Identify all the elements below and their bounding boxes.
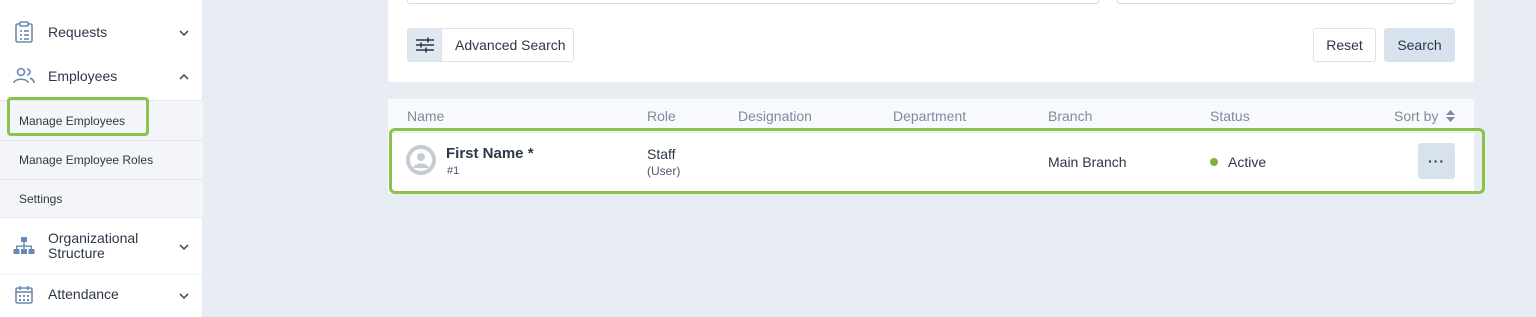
sort-icon <box>1446 109 1456 125</box>
clipboard-icon <box>12 20 36 44</box>
sort-by-label: Sort by <box>1394 108 1439 124</box>
column-header-status[interactable]: Status <box>1210 108 1250 124</box>
chevron-up-icon <box>179 67 189 85</box>
sidebar-item-label: Attendance <box>48 286 119 302</box>
users-icon <box>12 64 36 88</box>
column-header-branch[interactable]: Branch <box>1048 108 1092 124</box>
highlight-box <box>389 128 1485 194</box>
filter-input[interactable] <box>1117 0 1455 4</box>
filter-panel: Advanced Search Reset Search <box>388 0 1474 82</box>
submenu-manage-employee-roles[interactable]: Manage Employee Roles <box>0 140 203 179</box>
column-header-designation[interactable]: Designation <box>738 108 812 124</box>
sort-by-control[interactable]: Sort by <box>1394 108 1456 125</box>
column-header-role[interactable]: Role <box>647 108 676 124</box>
chevron-down-icon <box>179 286 189 304</box>
reset-button[interactable]: Reset <box>1313 28 1376 62</box>
search-button[interactable]: Search <box>1384 28 1455 62</box>
sidebar-item-label: Requests <box>48 23 108 40</box>
submenu-settings[interactable]: Settings <box>0 179 203 218</box>
chevron-down-icon <box>179 23 189 41</box>
advanced-search-label: Advanced Search <box>455 37 566 53</box>
highlight-box <box>7 97 149 136</box>
sidebar-item-label: Employees <box>48 67 118 84</box>
sidebar-item-requests[interactable]: Requests <box>0 12 203 52</box>
sidebar-item-employees[interactable]: Employees <box>0 56 203 96</box>
sidebar-item-label: Organizational Structure <box>48 230 139 261</box>
search-input[interactable] <box>407 0 1099 4</box>
sidebar-item-organizational-structure[interactable]: Organizational Structure <box>0 226 203 266</box>
column-header-department[interactable]: Department <box>893 108 966 124</box>
sliders-icon <box>408 29 442 61</box>
sidebar: Requests Employees Manage Employees Mana… <box>0 0 203 317</box>
org-chart-icon <box>12 234 36 258</box>
chevron-down-icon <box>179 237 189 255</box>
sidebar-item-attendance[interactable]: Attendance <box>0 274 203 314</box>
advanced-search-button[interactable]: Advanced Search <box>407 28 574 62</box>
calendar-icon <box>12 283 36 307</box>
column-header-name[interactable]: Name <box>407 108 444 124</box>
